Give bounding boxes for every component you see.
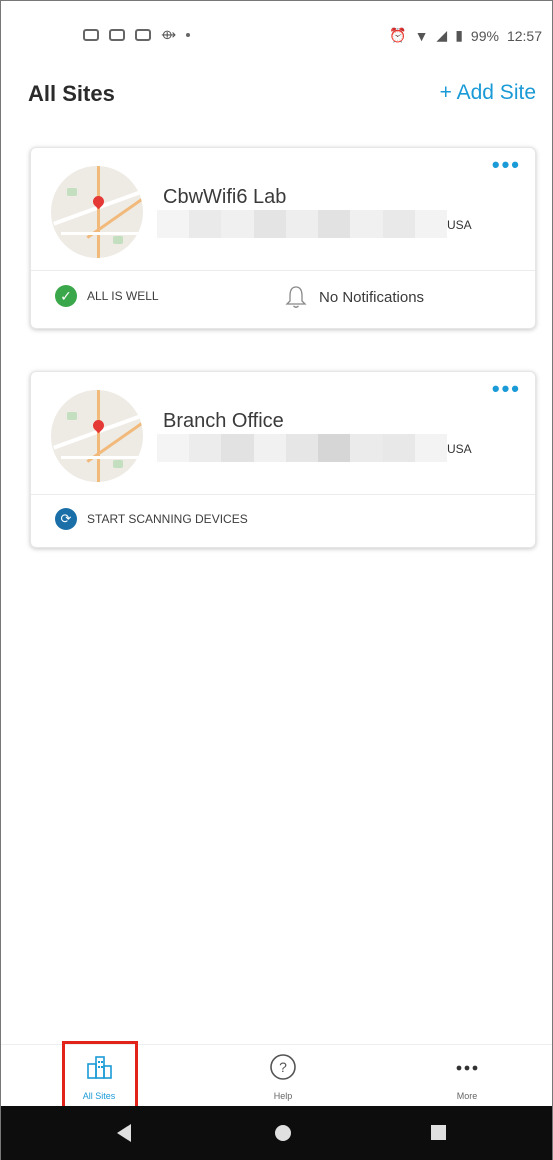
recent-apps-icon[interactable] bbox=[431, 1125, 446, 1140]
nav-label: Help bbox=[273, 1091, 293, 1101]
clock: 12:57 bbox=[506, 27, 542, 44]
battery-icon: ▮ bbox=[455, 27, 463, 43]
site-name: CbwWifi6 Lab bbox=[163, 186, 287, 208]
card-divider bbox=[31, 494, 535, 495]
scan-label: START SCANNING DEVICES bbox=[87, 512, 248, 526]
card-menu-button[interactable]: ••• bbox=[492, 378, 521, 400]
site-country: USA bbox=[447, 218, 472, 232]
home-icon[interactable] bbox=[275, 1125, 291, 1141]
site-map-thumbnail bbox=[51, 166, 143, 258]
site-address-redacted bbox=[157, 434, 447, 462]
notification-icon bbox=[109, 29, 125, 41]
status-notification-icons: ⟴ bbox=[83, 27, 191, 43]
bell-icon bbox=[285, 285, 307, 309]
wifi-icon: ▼ bbox=[414, 27, 429, 44]
card-menu-button[interactable]: ••• bbox=[492, 154, 521, 176]
phone-screen: ⟴ ⏰ ▼ ◢ ▮ 99% 12:57 All Sites + Add Site… bbox=[0, 0, 553, 1160]
page-title: All Sites bbox=[28, 81, 115, 106]
site-name: Branch Office bbox=[163, 410, 284, 432]
highlight-annotation bbox=[62, 1041, 138, 1109]
add-site-button[interactable]: + Add Site bbox=[440, 81, 536, 105]
site-address-redacted bbox=[157, 210, 447, 238]
help-circle-icon: ? bbox=[267, 1051, 299, 1083]
start-scanning-button[interactable]: ⟳ START SCANNING DEVICES bbox=[55, 508, 248, 530]
usb-icon: ⟴ bbox=[161, 27, 177, 42]
nav-help[interactable]: ? Help bbox=[243, 1051, 323, 1101]
site-card[interactable]: ••• Branch Office USA ⟳ START SCANNING D… bbox=[30, 371, 536, 548]
svg-text:?: ? bbox=[279, 1059, 287, 1075]
notifications-label: No Notifications bbox=[319, 288, 425, 306]
notification-icon bbox=[83, 29, 99, 41]
nav-label: More bbox=[456, 1091, 478, 1101]
check-circle-icon: ✓ bbox=[55, 285, 77, 307]
signal-icon: ◢ bbox=[436, 27, 448, 43]
health-label: ALL IS WELL bbox=[87, 289, 159, 303]
site-card[interactable]: ••• CbwWifi6 Lab USA ✓ ALL IS WELL No No… bbox=[30, 147, 536, 329]
site-map-thumbnail bbox=[51, 390, 143, 482]
card-divider bbox=[31, 270, 535, 271]
site-country: USA bbox=[447, 442, 472, 456]
app-header: All Sites + Add Site bbox=[1, 73, 552, 125]
more-dots-icon bbox=[451, 1051, 483, 1083]
alarm-icon: ⏰ bbox=[389, 27, 407, 43]
battery-level: 99% bbox=[470, 27, 499, 44]
status-bar: ⟴ ⏰ ▼ ◢ ▮ 99% 12:57 bbox=[1, 1, 552, 73]
site-notifications[interactable]: No Notifications bbox=[285, 285, 424, 309]
more-notifications-icon bbox=[186, 33, 191, 37]
system-navigation-bar bbox=[1, 1106, 552, 1160]
status-system-icons: ⏰ ▼ ◢ ▮ 99% 12:57 bbox=[389, 27, 542, 44]
scan-refresh-icon: ⟳ bbox=[55, 508, 77, 530]
nav-more[interactable]: More bbox=[427, 1051, 507, 1101]
back-icon[interactable] bbox=[117, 1124, 131, 1142]
site-health-status[interactable]: ✓ ALL IS WELL bbox=[55, 285, 159, 307]
notification-icon bbox=[135, 29, 151, 41]
